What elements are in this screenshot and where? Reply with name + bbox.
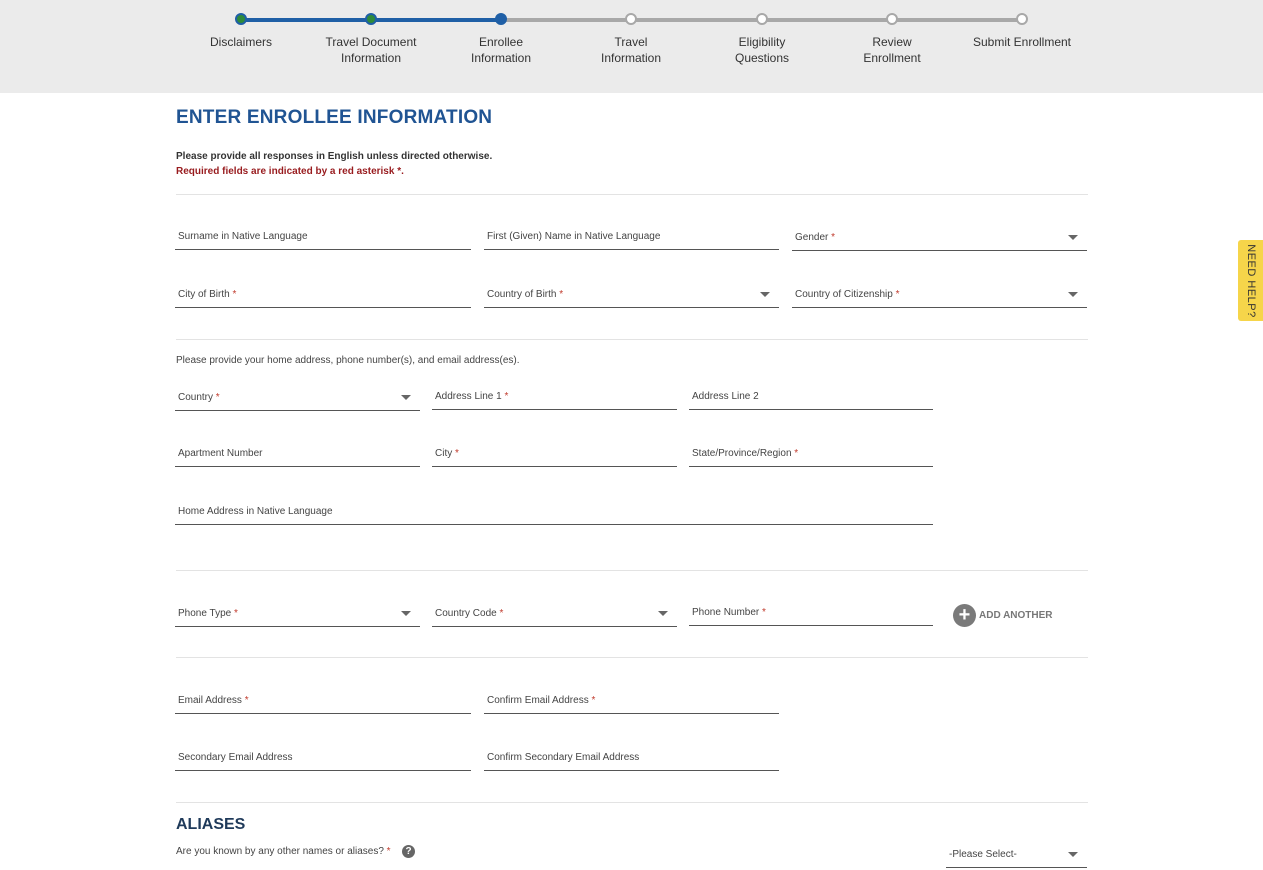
field-label: Email Address *: [178, 695, 249, 706]
field-label: Country of Citizenship *: [795, 289, 900, 300]
add-another-phone-button[interactable]: + ADD ANOTHER: [953, 604, 1053, 627]
field-label: State/Province/Region *: [692, 448, 799, 459]
step-eligibility-questions: Eligibility Questions: [697, 13, 827, 66]
apartment-number-input[interactable]: Apartment Number: [175, 443, 420, 467]
step-enrollee-information[interactable]: Enrollee Information: [436, 13, 566, 66]
address-note: Please provide your home address, phone …: [176, 355, 520, 366]
step-label: Review Enrollment: [863, 35, 921, 65]
phone-number-input[interactable]: Phone Number *: [689, 602, 933, 626]
aliases-select[interactable]: -Please Select-: [946, 844, 1087, 868]
step-label: Travel Information: [600, 35, 662, 65]
confirm-email-input[interactable]: Confirm Email Address *: [484, 690, 779, 714]
step-label: Eligibility Questions: [734, 35, 790, 65]
field-label: Phone Type *: [178, 608, 238, 619]
step-dot: [1016, 13, 1028, 25]
chevron-down-icon: [658, 611, 668, 616]
gender-select[interactable]: Gender *: [792, 227, 1087, 251]
field-label: Country *: [178, 392, 220, 403]
intro-text: Please provide all responses in English …: [176, 151, 493, 162]
plus-icon: +: [953, 604, 976, 627]
progress-header: Disclaimers Travel Document Information E…: [0, 0, 1263, 93]
field-label: Address Line 1 *: [435, 391, 509, 402]
address-line1-input[interactable]: Address Line 1 *: [432, 386, 677, 410]
city-of-birth-input[interactable]: City of Birth *: [175, 284, 471, 308]
chevron-down-icon: [401, 611, 411, 616]
field-label: Address Line 2: [692, 391, 759, 402]
question-help-icon[interactable]: ?: [402, 845, 415, 858]
field-label: Confirm Secondary Email Address: [487, 752, 640, 763]
divider: [176, 570, 1088, 571]
confirm-secondary-email-input[interactable]: Confirm Secondary Email Address: [484, 747, 779, 771]
page-title: ENTER ENROLLEE INFORMATION: [176, 107, 493, 128]
divider: [176, 339, 1088, 340]
field-label: Secondary Email Address: [178, 752, 293, 763]
address-country-select[interactable]: Country *: [175, 387, 420, 411]
chevron-down-icon: [1068, 852, 1078, 857]
step-dot: [365, 13, 377, 25]
chevron-down-icon: [1068, 235, 1078, 240]
surname-native-input[interactable]: Surname in Native Language: [175, 226, 471, 250]
field-label: First (Given) Name in Native Language: [487, 231, 661, 242]
phone-type-select[interactable]: Phone Type *: [175, 603, 420, 627]
field-label: Gender *: [795, 232, 836, 243]
field-label: Apartment Number: [178, 448, 263, 459]
field-label: Country Code *: [435, 608, 504, 619]
field-label: City of Birth *: [178, 289, 237, 300]
step-dot: [235, 13, 247, 25]
field-label: Surname in Native Language: [178, 231, 308, 242]
step-disclaimers[interactable]: Disclaimers: [176, 13, 306, 50]
need-help-label: NEED HELP?: [1244, 243, 1257, 318]
step-dot: [495, 13, 507, 25]
chevron-down-icon: [1068, 292, 1078, 297]
step-review-enrollment: Review Enrollment: [827, 13, 957, 66]
chevron-down-icon: [401, 395, 411, 400]
step-dot: [625, 13, 637, 25]
aliases-heading: ALIASES: [176, 816, 246, 833]
address-line2-input[interactable]: Address Line 2: [689, 386, 933, 410]
field-label: Home Address in Native Language: [178, 506, 333, 517]
need-help-tab[interactable]: NEED HELP?: [1238, 240, 1263, 321]
step-label: Disclaimers: [209, 35, 272, 49]
country-code-select[interactable]: Country Code *: [432, 603, 677, 627]
step-label: Enrollee Information: [470, 35, 532, 65]
step-travel-document[interactable]: Travel Document Information: [306, 13, 436, 66]
home-address-native-input[interactable]: Home Address in Native Language: [175, 501, 933, 525]
city-input[interactable]: City *: [432, 443, 677, 467]
first-name-native-input[interactable]: First (Given) Name in Native Language: [484, 226, 779, 250]
divider: [176, 194, 1088, 195]
step-dot: [886, 13, 898, 25]
step-label: Submit Enrollment: [972, 35, 1072, 49]
field-label: Confirm Email Address *: [487, 695, 596, 706]
add-another-label: ADD ANOTHER: [979, 610, 1053, 621]
aliases-question: Are you known by any other names or alia…: [176, 846, 391, 857]
step-travel-information: Travel Information: [566, 13, 696, 66]
divider: [176, 657, 1088, 658]
chevron-down-icon: [760, 292, 770, 297]
country-of-citizenship-select[interactable]: Country of Citizenship *: [792, 284, 1087, 308]
required-note: Required fields are indicated by a red a…: [176, 166, 404, 177]
field-label: Country of Birth *: [487, 289, 564, 300]
field-label: City *: [435, 448, 459, 459]
email-address-input[interactable]: Email Address *: [175, 690, 471, 714]
step-submit-enrollment: Submit Enrollment: [957, 13, 1087, 50]
step-dot: [756, 13, 768, 25]
country-of-birth-select[interactable]: Country of Birth *: [484, 284, 779, 308]
step-label: Travel Document Information: [325, 35, 417, 65]
secondary-email-input[interactable]: Secondary Email Address: [175, 747, 471, 771]
field-label: Phone Number *: [692, 607, 766, 618]
divider: [176, 802, 1088, 803]
state-province-region-input[interactable]: State/Province/Region *: [689, 443, 933, 467]
select-value: -Please Select-: [949, 849, 1017, 860]
